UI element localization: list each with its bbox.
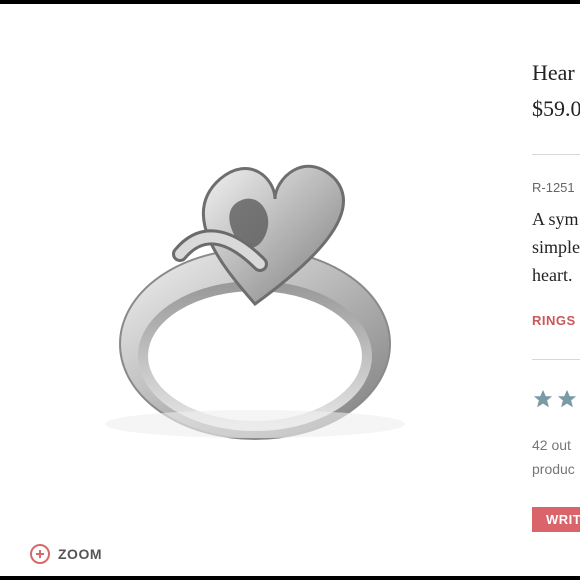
zoom-label: ZOOM	[58, 546, 102, 562]
product-sku: R-1251	[532, 180, 575, 195]
product-image-panel: ZOOM	[0, 4, 498, 576]
heart-knot-ring-image[interactable]	[20, 94, 490, 514]
description-line: simple	[532, 237, 580, 257]
review-summary-line: produc	[532, 461, 575, 477]
category-link[interactable]: RINGS	[532, 313, 576, 328]
divider	[532, 359, 580, 360]
description-line: A sym	[532, 209, 579, 229]
star-rating[interactable]	[532, 388, 580, 410]
product-price: $59.0	[532, 96, 580, 121]
write-review-button[interactable]: WRIT	[532, 507, 580, 532]
star-icon	[557, 389, 577, 408]
product-title: Hear	[532, 60, 575, 85]
description-line: heart.	[532, 265, 573, 285]
review-summary-line: 42 out	[532, 437, 571, 453]
star-icon	[533, 389, 553, 408]
product-page: ZOOM Hear $59.0 R-1251 A sym simple hear…	[0, 4, 580, 576]
divider	[532, 154, 580, 155]
zoom-control[interactable]: ZOOM	[30, 544, 102, 564]
zoom-in-icon	[30, 544, 50, 564]
